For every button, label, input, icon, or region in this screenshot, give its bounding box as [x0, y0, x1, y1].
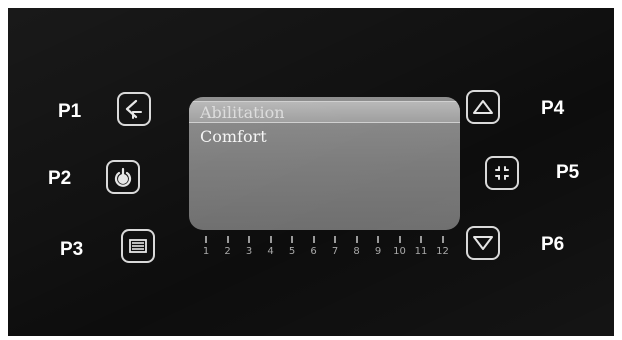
scale-tick: [398, 236, 401, 243]
label-p5: P5: [556, 162, 580, 183]
label-p1: P1: [58, 101, 82, 122]
scale-number: 2: [224, 246, 231, 257]
p6-down-button[interactable]: [466, 226, 500, 260]
scale-tick: [291, 236, 293, 243]
scale-number: 10: [393, 246, 406, 257]
label-p4: P4: [541, 98, 565, 119]
scale-number: 11: [414, 246, 428, 257]
fullscreen-icon: [495, 166, 509, 180]
scale-number: 8: [353, 246, 360, 257]
scale-number: 5: [288, 246, 296, 257]
p1-back-button[interactable]: [117, 92, 151, 126]
scale-tick: [269, 236, 272, 243]
scale-tick: [420, 236, 422, 243]
scale-tick: [355, 236, 358, 243]
p3-menu-button[interactable]: [121, 229, 155, 263]
scale-number: 3: [245, 246, 253, 257]
menu-item[interactable]: Comfort: [189, 126, 460, 148]
control-panel: P1 P2 P3 P4 P5 P6 Abilitation Comfort 1 …: [8, 8, 614, 336]
scale-tick: [205, 236, 207, 243]
scale-number: 9: [374, 246, 382, 257]
scale-tick: [312, 236, 315, 243]
menu-icon: [129, 239, 147, 253]
triangle-up-icon: [473, 100, 493, 114]
scale-number: 1: [202, 246, 210, 257]
back-arrow-icon: [125, 99, 142, 119]
label-p3: P3: [60, 239, 84, 260]
scale-tick: [248, 236, 250, 243]
lcd-display: Abilitation Comfort: [189, 97, 460, 230]
scale-number: 12: [436, 246, 449, 257]
level-scale: 1 2 3 4 5 6 7 8 9 10 11 12: [198, 236, 454, 262]
label-p2: P2: [48, 168, 72, 189]
triangle-down-icon: [473, 236, 493, 250]
p4-up-button[interactable]: [466, 90, 500, 124]
scale-tick: [334, 236, 336, 243]
scale-tick: [377, 236, 379, 243]
p2-power-button[interactable]: [106, 160, 140, 194]
scale-number: 7: [331, 246, 339, 257]
scale-tick: [226, 236, 229, 243]
scale-tick: [441, 236, 444, 243]
scale-number: 4: [267, 246, 274, 257]
menu-item-selected[interactable]: Abilitation: [189, 101, 460, 123]
p5-fullscreen-button[interactable]: [485, 156, 519, 190]
scale-number: 6: [310, 246, 317, 257]
power-icon: [114, 167, 132, 187]
label-p6: P6: [541, 234, 565, 255]
